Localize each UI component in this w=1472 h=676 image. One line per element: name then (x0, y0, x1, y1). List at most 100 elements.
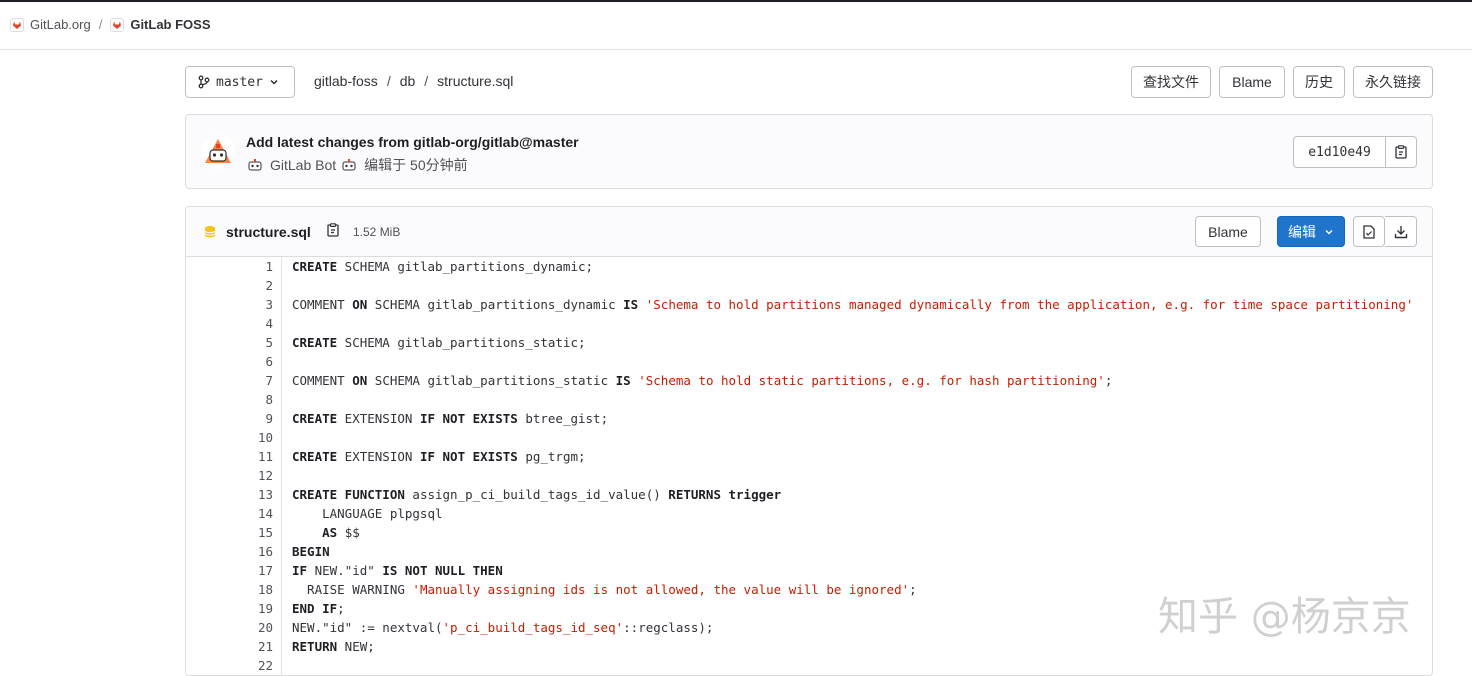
commit-sha-group: e1d10e49 (1293, 136, 1417, 168)
branch-name: master (216, 74, 263, 90)
file-blame-button[interactable]: Blame (1195, 216, 1261, 247)
commit-author[interactable]: GitLab Bot (270, 157, 336, 173)
code-line: 2 (186, 276, 1432, 295)
breadcrumb: GitLab.org / GitLab FOSS (10, 17, 211, 32)
commit-title[interactable]: Add latest changes from gitlab-org/gitla… (246, 134, 579, 150)
code-line: 15 AS $$ (186, 523, 1432, 542)
line-number[interactable]: 14 (186, 504, 273, 523)
download-button[interactable] (1385, 216, 1417, 247)
line-number[interactable]: 21 (186, 637, 273, 656)
file-path-breadcrumb: gitlab-foss / db / structure.sql (314, 73, 513, 89)
file-name: structure.sql (226, 224, 311, 240)
chevron-down-icon (1325, 229, 1333, 235)
bot-avatar-icon (248, 159, 262, 171)
line-content: LANGUAGE plpgsql (292, 506, 443, 521)
chevron-down-icon (270, 79, 278, 85)
line-number[interactable]: 19 (186, 599, 273, 618)
branch-selector[interactable]: master (185, 66, 295, 98)
code-line: 6 (186, 352, 1432, 371)
code-line: 13 CREATE FUNCTION assign_p_ci_build_tags… (186, 485, 1432, 504)
line-number[interactable]: 18 (186, 580, 273, 599)
commit-edited-time: 编辑于 50分钟前 (364, 157, 468, 173)
database-file-icon (204, 226, 216, 238)
watermark: 知乎 @杨京京 (1158, 594, 1411, 640)
line-content: AS $$ (322, 525, 360, 540)
line-content: RAISE WARNING 'Manually assigning ids is… (292, 582, 917, 597)
line-number[interactable]: 2 (186, 276, 273, 295)
breadcrumb-group-link[interactable]: GitLab.org (30, 17, 91, 32)
breadcrumb-project-link[interactable]: GitLab FOSS (130, 17, 210, 32)
code-line: 5 CREATE SCHEMA gitlab_partitions_static; (186, 333, 1432, 352)
line-number[interactable]: 7 (186, 371, 273, 390)
line-number[interactable]: 6 (186, 352, 273, 371)
file-size: 1.52 MiB (353, 225, 401, 239)
line-number[interactable]: 20 (186, 618, 273, 637)
line-number[interactable]: 3 (186, 295, 273, 314)
line-number[interactable]: 9 (186, 409, 273, 428)
line-number[interactable]: 15 (186, 523, 273, 542)
code-line: 17 IF NEW."id" IS NOT NULL THEN (186, 561, 1432, 580)
line-number[interactable]: 17 (186, 561, 273, 580)
line-number[interactable]: 5 (186, 333, 273, 352)
commit-meta: GitLab Bot 编辑于 50分钟前 (248, 155, 468, 175)
line-number[interactable]: 11 (186, 447, 273, 466)
path-segment[interactable]: gitlab-foss (314, 73, 378, 89)
path-segment[interactable]: structure.sql (437, 73, 513, 89)
path-separator: / (424, 73, 429, 89)
line-number[interactable]: 22 (186, 656, 273, 675)
code-line: 11 CREATE EXTENSION IF NOT EXISTS pg_trgm… (186, 447, 1432, 466)
find-file-button[interactable]: 查找文件 (1131, 66, 1211, 98)
code-line: 9 CREATE EXTENSION IF NOT EXISTS btree_gi… (186, 409, 1432, 428)
clipboard-icon (327, 223, 339, 237)
line-number[interactable]: 16 (186, 542, 273, 561)
code-line: 8 (186, 390, 1432, 409)
clipboard-icon (1395, 145, 1407, 159)
line-content: CREATE EXTENSION IF NOT EXISTS btree_gis… (292, 411, 609, 426)
file-raw-icon (1363, 224, 1375, 239)
history-button[interactable]: 历史 (1293, 66, 1345, 98)
code-line: 12 (186, 466, 1432, 485)
copy-path-button[interactable] (327, 223, 339, 242)
gitlab-logo-icon (110, 17, 125, 32)
line-number[interactable]: 8 (186, 390, 273, 409)
line-number[interactable]: 13 (186, 485, 273, 504)
bot-avatar-icon (342, 159, 356, 171)
line-content: COMMENT ON SCHEMA gitlab_partitions_dyna… (292, 297, 1414, 312)
file-header: structure.sql 1.52 MiB Blame 编辑 (186, 207, 1432, 257)
line-content: IF NEW."id" IS NOT NULL THEN (292, 563, 503, 578)
path-separator: / (386, 73, 391, 89)
line-content: CREATE FUNCTION assign_p_ci_build_tags_i… (292, 487, 782, 502)
breadcrumb-separator: / (98, 17, 103, 32)
permalink-button[interactable]: 永久链接 (1353, 66, 1433, 98)
gitlab-logo-icon (10, 17, 24, 32)
code-line: 16 BEGIN (186, 542, 1432, 561)
line-content: CREATE EXTENSION IF NOT EXISTS pg_trgm; (292, 449, 586, 464)
code-line: 14 LANGUAGE plpgsql (186, 504, 1432, 523)
line-number[interactable]: 4 (186, 314, 273, 333)
copy-sha-button[interactable] (1386, 137, 1416, 167)
line-content: BEGIN (292, 544, 330, 559)
branch-icon (198, 75, 210, 89)
edit-dropdown-button[interactable]: 编辑 (1277, 216, 1345, 247)
path-segment[interactable]: db (400, 73, 416, 89)
open-raw-button[interactable] (1353, 216, 1385, 247)
download-icon (1394, 225, 1407, 238)
line-number[interactable]: 12 (186, 466, 273, 485)
line-number[interactable]: 1 (186, 257, 273, 276)
edit-button-label: 编辑 (1288, 223, 1316, 240)
line-content: CREATE SCHEMA gitlab_partitions_dynamic; (292, 259, 594, 274)
code-line: 7 COMMENT ON SCHEMA gitlab_partitions_sta… (186, 371, 1432, 390)
line-content: END IF; (292, 601, 345, 616)
line-content: COMMENT ON SCHEMA gitlab_partitions_stat… (292, 373, 1113, 388)
line-content: CREATE SCHEMA gitlab_partitions_static; (292, 335, 586, 350)
avatar[interactable] (201, 135, 235, 169)
code-line: 22 (186, 656, 1432, 675)
line-number[interactable]: 10 (186, 428, 273, 447)
line-content: NEW."id" := nextval('p_ci_build_tags_id_… (292, 620, 714, 635)
commit-sha[interactable]: e1d10e49 (1294, 137, 1386, 167)
blame-button[interactable]: Blame (1219, 66, 1285, 98)
code-line: 3 COMMENT ON SCHEMA gitlab_partitions_dyn… (186, 295, 1432, 314)
bot-avatar-icon (205, 139, 231, 163)
code-line: 4 (186, 314, 1432, 333)
code-line: 1 CREATE SCHEMA gitlab_partitions_dynamic… (186, 257, 1432, 276)
